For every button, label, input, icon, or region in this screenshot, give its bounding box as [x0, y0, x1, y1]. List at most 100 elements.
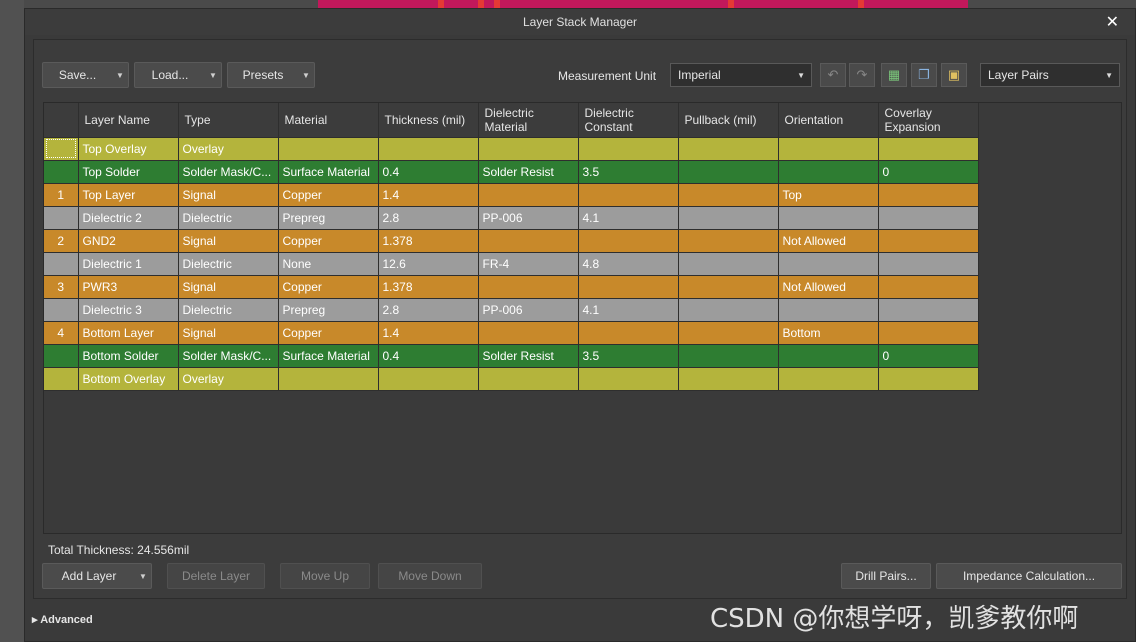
table-cell[interactable]	[578, 183, 679, 207]
table-cell[interactable]	[878, 183, 979, 207]
table-cell[interactable]	[878, 275, 979, 299]
table-cell[interactable]	[278, 367, 379, 391]
table-cell[interactable]: Dielectric 2	[78, 206, 179, 230]
table-cell[interactable]	[278, 137, 379, 161]
column-header-coverlay-expansion[interactable]: Coverlay Expansion	[878, 103, 979, 138]
column-header-dielectric-constant[interactable]: Dielectric Constant	[578, 103, 679, 138]
table-cell[interactable]: Top Layer	[78, 183, 179, 207]
table-cell[interactable]	[678, 137, 779, 161]
table-cell[interactable]	[578, 229, 679, 253]
table-cell[interactable]: 1.4	[378, 321, 479, 345]
table-cell[interactable]: 4.1	[578, 298, 679, 322]
table-cell[interactable]	[878, 206, 979, 230]
delete-layer-button[interactable]: Delete Layer	[167, 563, 265, 589]
table-cell[interactable]: Solder Mask/C...	[178, 344, 279, 368]
table-cell[interactable]	[778, 252, 879, 276]
table-cell[interactable]: 12.6	[378, 252, 479, 276]
table-cell[interactable]: Dielectric 1	[78, 252, 179, 276]
table-cell[interactable]: Copper	[278, 321, 379, 345]
table-cell[interactable]	[578, 321, 679, 345]
chevron-down-icon[interactable]: ▼	[112, 71, 128, 80]
table-cell[interactable]: Solder Mask/C...	[178, 160, 279, 184]
presets-button[interactable]: Presets ▼	[227, 62, 315, 88]
column-header-orientation[interactable]: Orientation	[778, 103, 879, 138]
table-cell[interactable]: PP-006	[478, 206, 579, 230]
table-cell[interactable]: Signal	[178, 183, 279, 207]
column-header-thickness[interactable]: Thickness (mil)	[378, 103, 479, 138]
table-cell[interactable]	[678, 252, 779, 276]
table-cell[interactable]: 3.5	[578, 160, 679, 184]
table-cell[interactable]: Prepreg	[278, 298, 379, 322]
table-cell[interactable]: Copper	[278, 275, 379, 299]
table-row[interactable]: Dielectric 3 Dielectric Prepreg 2.8 PP-006 4.…	[44, 298, 979, 322]
row-index-cell[interactable]	[44, 160, 79, 184]
column-header-layer-name[interactable]: Layer Name	[78, 103, 179, 138]
undo-icon[interactable]: ↶	[820, 63, 846, 87]
table-row[interactable]: Top Overlay Overlay	[44, 137, 979, 161]
table-row[interactable]: Bottom Solder Solder Mask/C... Surface Mat…	[44, 344, 979, 368]
add-layer-pair-icon[interactable]: ▦	[881, 63, 907, 87]
table-cell[interactable]	[578, 275, 679, 299]
table-cell[interactable]	[478, 367, 579, 391]
table-cell[interactable]: 1.378	[378, 275, 479, 299]
table-cell[interactable]: FR-4	[478, 252, 579, 276]
table-cell[interactable]: 4.1	[578, 206, 679, 230]
table-cell[interactable]: Bottom Overlay	[78, 367, 179, 391]
table-cell[interactable]: Bottom	[778, 321, 879, 345]
advanced-toggle[interactable]: ▸ Advanced	[32, 613, 93, 626]
table-cell[interactable]: Not Allowed	[778, 275, 879, 299]
table-cell[interactable]: Dielectric	[178, 206, 279, 230]
table-cell[interactable]	[878, 137, 979, 161]
table-cell[interactable]: 0	[878, 344, 979, 368]
save-button[interactable]: Save... ▼	[42, 62, 129, 88]
column-header-material[interactable]: Material	[278, 103, 379, 138]
measurement-unit-select[interactable]: Imperial ▼	[670, 63, 812, 87]
row-index-cell[interactable]: 2	[44, 229, 79, 253]
table-cell[interactable]: 1.378	[378, 229, 479, 253]
table-cell[interactable]: 0.4	[378, 160, 479, 184]
table-row[interactable]: 3 PWR3 Signal Copper 1.378 Not Allowed	[44, 275, 979, 299]
row-index-cell[interactable]	[44, 367, 79, 391]
column-header-index[interactable]	[44, 103, 79, 138]
table-cell[interactable]	[678, 344, 779, 368]
row-index-cell[interactable]: 1	[44, 183, 79, 207]
table-cell[interactable]	[478, 229, 579, 253]
table-cell[interactable]	[678, 298, 779, 322]
redo-icon[interactable]: ↷	[849, 63, 875, 87]
drill-pairs-button[interactable]: Drill Pairs...	[841, 563, 931, 589]
row-index-cell[interactable]	[44, 344, 79, 368]
table-cell[interactable]	[778, 206, 879, 230]
table-row[interactable]: 2 GND2 Signal Copper 1.378 Not Allowed	[44, 229, 979, 253]
table-cell[interactable]: None	[278, 252, 379, 276]
table-cell[interactable]	[678, 206, 779, 230]
paste-icon[interactable]: ▣	[941, 63, 967, 87]
table-cell[interactable]: 3.5	[578, 344, 679, 368]
table-cell[interactable]: 2.8	[378, 298, 479, 322]
table-cell[interactable]: Dielectric	[178, 252, 279, 276]
table-row[interactable]: 1 Top Layer Signal Copper 1.4 Top	[44, 183, 979, 207]
impedance-calculation-button[interactable]: Impedance Calculation...	[936, 563, 1122, 589]
row-index-cell[interactable]: 3	[44, 275, 79, 299]
table-row[interactable]: Dielectric 1 Dielectric None 12.6 FR-4 4.8	[44, 252, 979, 276]
table-cell[interactable]	[678, 183, 779, 207]
table-row[interactable]: Bottom Overlay Overlay	[44, 367, 979, 391]
table-cell[interactable]: Copper	[278, 229, 379, 253]
table-cell[interactable]	[678, 275, 779, 299]
table-cell[interactable]: PWR3	[78, 275, 179, 299]
table-cell[interactable]	[378, 367, 479, 391]
table-cell[interactable]: Surface Material	[278, 344, 379, 368]
move-up-button[interactable]: Move Up	[280, 563, 370, 589]
table-cell[interactable]	[478, 321, 579, 345]
table-cell[interactable]: PP-006	[478, 298, 579, 322]
move-down-button[interactable]: Move Down	[378, 563, 482, 589]
table-row[interactable]: Top Solder Solder Mask/C... Surface Materi…	[44, 160, 979, 184]
table-cell[interactable]: Dielectric	[178, 298, 279, 322]
table-cell[interactable]: 4.8	[578, 252, 679, 276]
table-cell[interactable]: Bottom Layer	[78, 321, 179, 345]
table-cell[interactable]: Copper	[278, 183, 379, 207]
table-cell[interactable]: Surface Material	[278, 160, 379, 184]
row-index-cell[interactable]	[44, 206, 79, 230]
table-cell[interactable]	[778, 367, 879, 391]
table-cell[interactable]	[878, 367, 979, 391]
table-cell[interactable]: Solder Resist	[478, 344, 579, 368]
